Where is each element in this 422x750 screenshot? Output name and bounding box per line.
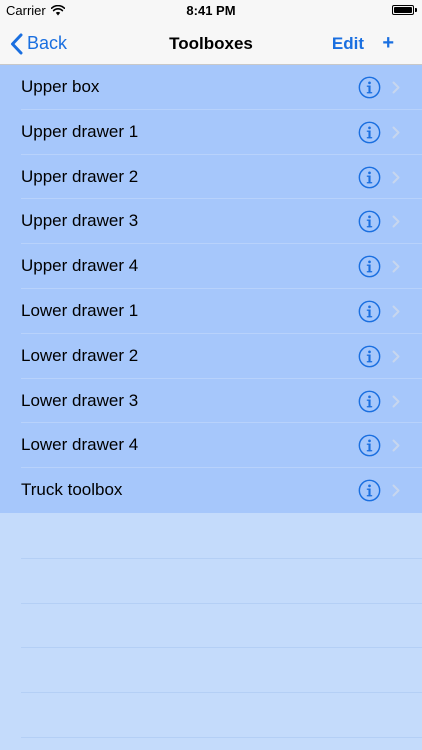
chevron-right-icon (392, 484, 400, 497)
chevron-right-icon (392, 126, 400, 139)
toolbox-row[interactable]: Lower drawer 4 (0, 423, 422, 469)
edit-button[interactable]: Edit (332, 22, 364, 65)
toolbox-label: Upper drawer 3 (21, 211, 139, 231)
toolbox-label: Truck toolbox (21, 480, 123, 500)
chevron-right-icon (392, 439, 400, 452)
info-icon[interactable] (358, 166, 381, 189)
chevron-right-icon (392, 260, 400, 273)
toolbox-label: Lower drawer 3 (21, 390, 139, 410)
info-icon[interactable] (358, 479, 381, 502)
status-bar: Carrier 8:41 PM (0, 0, 422, 22)
toolbox-row[interactable]: Upper drawer 2 (0, 155, 422, 200)
toolbox-row[interactable]: Upper drawer 4 (0, 244, 422, 289)
toolbox-label: Lower drawer 1 (21, 300, 139, 320)
toolbox-row[interactable]: Upper drawer 3 (0, 199, 422, 245)
info-icon[interactable] (358, 255, 381, 278)
info-icon[interactable] (358, 210, 381, 233)
chevron-right-icon (392, 305, 400, 318)
toolbox-row[interactable]: Lower drawer 1 (0, 289, 422, 334)
chevron-right-icon (392, 81, 400, 94)
battery-level (394, 7, 412, 13)
empty-row-separator (21, 692, 422, 694)
info-icon[interactable] (358, 390, 381, 413)
empty-list-area (0, 513, 422, 750)
toolbox-row[interactable]: Lower drawer 3 (0, 379, 422, 424)
toolbox-label: Lower drawer 4 (21, 435, 139, 455)
empty-row-separator (21, 557, 422, 559)
info-icon[interactable] (358, 76, 381, 99)
toolbox-row[interactable]: Lower drawer 2 (0, 334, 422, 379)
chevron-right-icon (392, 171, 400, 184)
toolbox-label: Upper drawer 1 (21, 121, 139, 141)
toolbox-label: Upper drawer 2 (21, 166, 139, 186)
chevron-right-icon (392, 215, 400, 228)
info-icon[interactable] (358, 434, 381, 457)
toolbox-label: Upper box (21, 77, 100, 96)
chevron-right-icon (392, 350, 400, 363)
empty-row-separator (21, 737, 422, 738)
chevron-right-icon (392, 395, 400, 408)
info-icon[interactable] (358, 345, 381, 368)
info-icon[interactable] (358, 300, 381, 323)
toolbox-row[interactable]: Upper drawer 1 (0, 110, 422, 155)
empty-row-separator (21, 647, 422, 649)
toolbox-label: Upper drawer 4 (21, 256, 139, 276)
empty-row-separator (21, 602, 422, 604)
battery-icon (392, 5, 417, 15)
toolbox-list: Upper box Upper drawer 1 Upper drawer 2 Upp… (0, 65, 422, 513)
navigation-bar: Back Toolboxes Edit + (0, 22, 422, 65)
toolbox-row[interactable]: Upper box (0, 65, 422, 110)
status-time: 8:41 PM (186, 3, 236, 18)
add-button[interactable]: + (382, 22, 394, 65)
info-icon[interactable] (358, 121, 381, 144)
toolbox-label: Lower drawer 2 (21, 345, 139, 365)
toolbox-row[interactable]: Truck toolbox (0, 468, 422, 513)
battery-cap (415, 8, 417, 12)
